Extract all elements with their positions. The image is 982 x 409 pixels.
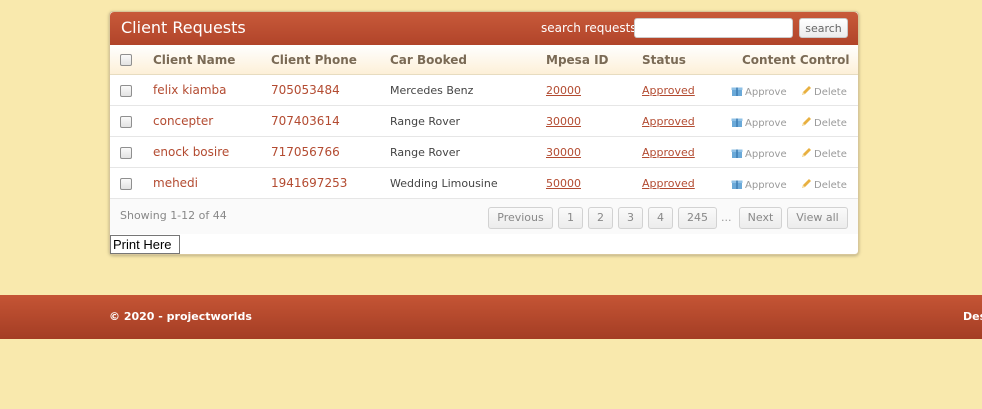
car-booked: Range Rover [390, 115, 461, 128]
pencil-icon [802, 86, 811, 95]
column-header-car-booked: Car Booked [390, 53, 468, 67]
delete-button[interactable]: Delete [800, 178, 847, 191]
column-header-client-phone: Client Phone [271, 53, 357, 67]
client-name-link[interactable]: concepter [153, 114, 213, 128]
pagination-ellipsis: ... [721, 211, 732, 224]
table-row: enock bosire 717056766 Range Rover 30000… [110, 137, 858, 168]
car-booked: Wedding Limousine [390, 177, 498, 190]
client-phone: 1941697253 [271, 176, 348, 190]
showing-count: Showing 1-12 of 44 [120, 209, 227, 222]
approve-label: Approve [745, 149, 787, 160]
footer-right-text: Des [963, 310, 982, 323]
previous-page-button[interactable]: Previous [488, 207, 553, 229]
delete-label: Delete [814, 118, 847, 129]
view-all-button[interactable]: View all [787, 207, 848, 229]
approve-label: Approve [745, 87, 787, 98]
row-checkbox[interactable] [120, 147, 132, 159]
pencil-icon [802, 179, 811, 188]
pagination-bar: Showing 1-12 of 44 Previous 1 2 3 4 245 … [110, 199, 858, 234]
gift-icon [731, 87, 743, 96]
status-link[interactable]: Approved [642, 115, 695, 128]
approve-label: Approve [745, 118, 787, 129]
gift-icon [731, 149, 743, 158]
column-header-client-name: Client Name [153, 53, 236, 67]
column-header-mpesa-id: Mpesa ID [546, 53, 609, 67]
status-link[interactable]: Approved [642, 84, 695, 97]
select-all-checkbox[interactable] [120, 54, 132, 66]
approve-button[interactable]: Approve [731, 178, 787, 191]
row-checkbox[interactable] [120, 178, 132, 190]
page-2-button[interactable]: 2 [588, 207, 613, 229]
copyright-text: © 2020 - projectworlds [109, 310, 252, 323]
mpesa-id-link[interactable]: 30000 [546, 115, 581, 128]
delete-label: Delete [814, 180, 847, 191]
search-button[interactable]: search [799, 18, 848, 38]
car-booked: Range Rover [390, 146, 461, 159]
client-phone: 717056766 [271, 145, 340, 159]
site-footer: © 2020 - projectworlds Des [0, 295, 982, 339]
status-link[interactable]: Approved [642, 177, 695, 190]
column-header-status: Status [642, 53, 686, 67]
gift-icon [731, 118, 743, 127]
table-row: felix kiamba 705053484 Mercedes Benz 200… [110, 75, 858, 106]
search-input[interactable] [634, 18, 793, 38]
client-name-link[interactable]: felix kiamba [153, 83, 227, 97]
row-checkbox[interactable] [120, 116, 132, 128]
mpesa-id-link[interactable]: 50000 [546, 177, 581, 190]
client-requests-panel: Client Requests search requests search C… [109, 11, 859, 255]
next-page-button[interactable]: Next [739, 207, 782, 229]
approve-button[interactable]: Approve [731, 85, 787, 98]
mpesa-id-link[interactable]: 20000 [546, 84, 581, 97]
print-button[interactable]: Print Here [110, 235, 180, 254]
pencil-icon [802, 117, 811, 126]
client-name-link[interactable]: mehedi [153, 176, 198, 190]
pencil-icon [802, 148, 811, 157]
page-245-button[interactable]: 245 [678, 207, 717, 229]
delete-button[interactable]: Delete [800, 147, 847, 160]
table-row: mehedi 1941697253 Wedding Limousine 5000… [110, 168, 858, 199]
column-header-content-control: Content Control [742, 53, 850, 67]
approve-button[interactable]: Approve [731, 147, 787, 160]
car-booked: Mercedes Benz [390, 84, 474, 97]
approve-button[interactable]: Approve [731, 116, 787, 129]
page-3-button[interactable]: 3 [618, 207, 643, 229]
search-label: search requests [541, 21, 637, 35]
client-phone: 707403614 [271, 114, 340, 128]
gift-icon [731, 180, 743, 189]
page-4-button[interactable]: 4 [648, 207, 673, 229]
client-phone: 705053484 [271, 83, 340, 97]
delete-button[interactable]: Delete [800, 116, 847, 129]
mpesa-id-link[interactable]: 30000 [546, 146, 581, 159]
delete-label: Delete [814, 87, 847, 98]
table-row: concepter 707403614 Range Rover 30000 Ap… [110, 106, 858, 137]
delete-label: Delete [814, 149, 847, 160]
panel-title: Client Requests [121, 18, 246, 37]
client-name-link[interactable]: enock bosire [153, 145, 229, 159]
panel-header: Client Requests search requests search [110, 12, 858, 45]
row-checkbox[interactable] [120, 85, 132, 97]
status-link[interactable]: Approved [642, 146, 695, 159]
delete-button[interactable]: Delete [800, 85, 847, 98]
table-header: Client Name Client Phone Car Booked Mpes… [110, 45, 858, 75]
page-1-button[interactable]: 1 [558, 207, 583, 229]
approve-label: Approve [745, 180, 787, 191]
